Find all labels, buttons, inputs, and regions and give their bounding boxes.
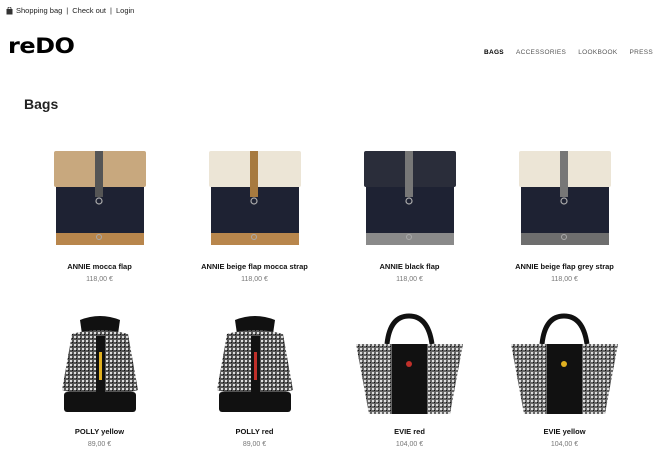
product-name[interactable]: POLLY red bbox=[177, 427, 332, 436]
separator: | bbox=[66, 6, 69, 15]
product-card[interactable]: POLLY yellow 89,00 € bbox=[22, 305, 177, 448]
product-price: 118,00 € bbox=[241, 276, 268, 283]
polly-bag-image bbox=[216, 315, 293, 412]
product-image[interactable] bbox=[25, 305, 175, 423]
checkout-link[interactable]: Check out bbox=[72, 6, 106, 15]
product-image[interactable] bbox=[180, 305, 330, 423]
nav-item-lookbook[interactable]: LOOKBOOK bbox=[578, 49, 617, 56]
nav-item-accessories[interactable]: ACCESSORIES bbox=[516, 49, 566, 56]
nav-item-press[interactable]: PRESS bbox=[629, 49, 653, 56]
evie-tote-image bbox=[356, 312, 463, 414]
evie-tote-image bbox=[511, 312, 618, 414]
product-card[interactable]: ANNIE black flap 118,00 € bbox=[332, 140, 487, 283]
nav-item-bags[interactable]: BAGS bbox=[484, 49, 504, 56]
product-card[interactable]: POLLY red 89,00 € bbox=[177, 305, 332, 448]
product-image[interactable] bbox=[335, 305, 485, 423]
product-image[interactable] bbox=[490, 140, 640, 258]
product-name[interactable]: ANNIE beige flap mocca strap bbox=[177, 262, 332, 271]
separator: | bbox=[110, 6, 112, 15]
top-utility-bar: Shopping bag | Check out | Login bbox=[6, 6, 134, 15]
annie-backpack-image bbox=[53, 151, 146, 245]
product-name[interactable]: POLLY yellow bbox=[22, 427, 177, 436]
shopping-bag-icon[interactable] bbox=[6, 6, 13, 15]
main-nav: BAGS ACCESSORIES LOOKBOOK PRESS bbox=[484, 49, 653, 56]
product-price: 104,00 € bbox=[395, 441, 424, 448]
brand-logo[interactable]: reDO bbox=[8, 35, 75, 57]
product-price: 104,00 € bbox=[550, 441, 579, 448]
shopping-bag-link[interactable]: Shopping bag bbox=[16, 6, 62, 15]
product-image[interactable] bbox=[180, 140, 330, 258]
product-card[interactable]: ANNIE beige flap mocca strap 118,00 € bbox=[177, 140, 332, 283]
annie-backpack-image bbox=[518, 151, 611, 245]
product-price: 118,00 € bbox=[396, 276, 423, 283]
product-price: 89,00 € bbox=[242, 441, 267, 448]
product-card[interactable]: ANNIE beige flap grey strap 118,00 € bbox=[487, 140, 642, 283]
product-image[interactable] bbox=[335, 140, 485, 258]
polly-bag-image bbox=[61, 315, 138, 412]
product-name[interactable]: EVIE red bbox=[332, 427, 487, 436]
product-name[interactable]: ANNIE beige flap grey strap bbox=[487, 262, 642, 271]
product-image[interactable] bbox=[490, 305, 640, 423]
page-title: Bags bbox=[24, 96, 59, 112]
product-price: 118,00 € bbox=[551, 276, 578, 283]
annie-backpack-image bbox=[363, 151, 456, 245]
product-image[interactable] bbox=[25, 140, 175, 258]
product-name[interactable]: ANNIE black flap bbox=[332, 262, 487, 271]
annie-backpack-image bbox=[208, 151, 301, 245]
product-card[interactable]: EVIE red 104,00 € bbox=[332, 305, 487, 448]
product-card[interactable]: ANNIE mocca flap 118,00 € bbox=[22, 140, 177, 283]
product-price: 89,00 € bbox=[87, 441, 112, 448]
product-card[interactable]: EVIE yellow 104,00 € bbox=[487, 305, 642, 448]
product-name[interactable]: EVIE yellow bbox=[487, 427, 642, 436]
product-name[interactable]: ANNIE mocca flap bbox=[22, 262, 177, 271]
login-link[interactable]: Login bbox=[116, 6, 134, 15]
product-price: 118,00 € bbox=[86, 276, 113, 283]
